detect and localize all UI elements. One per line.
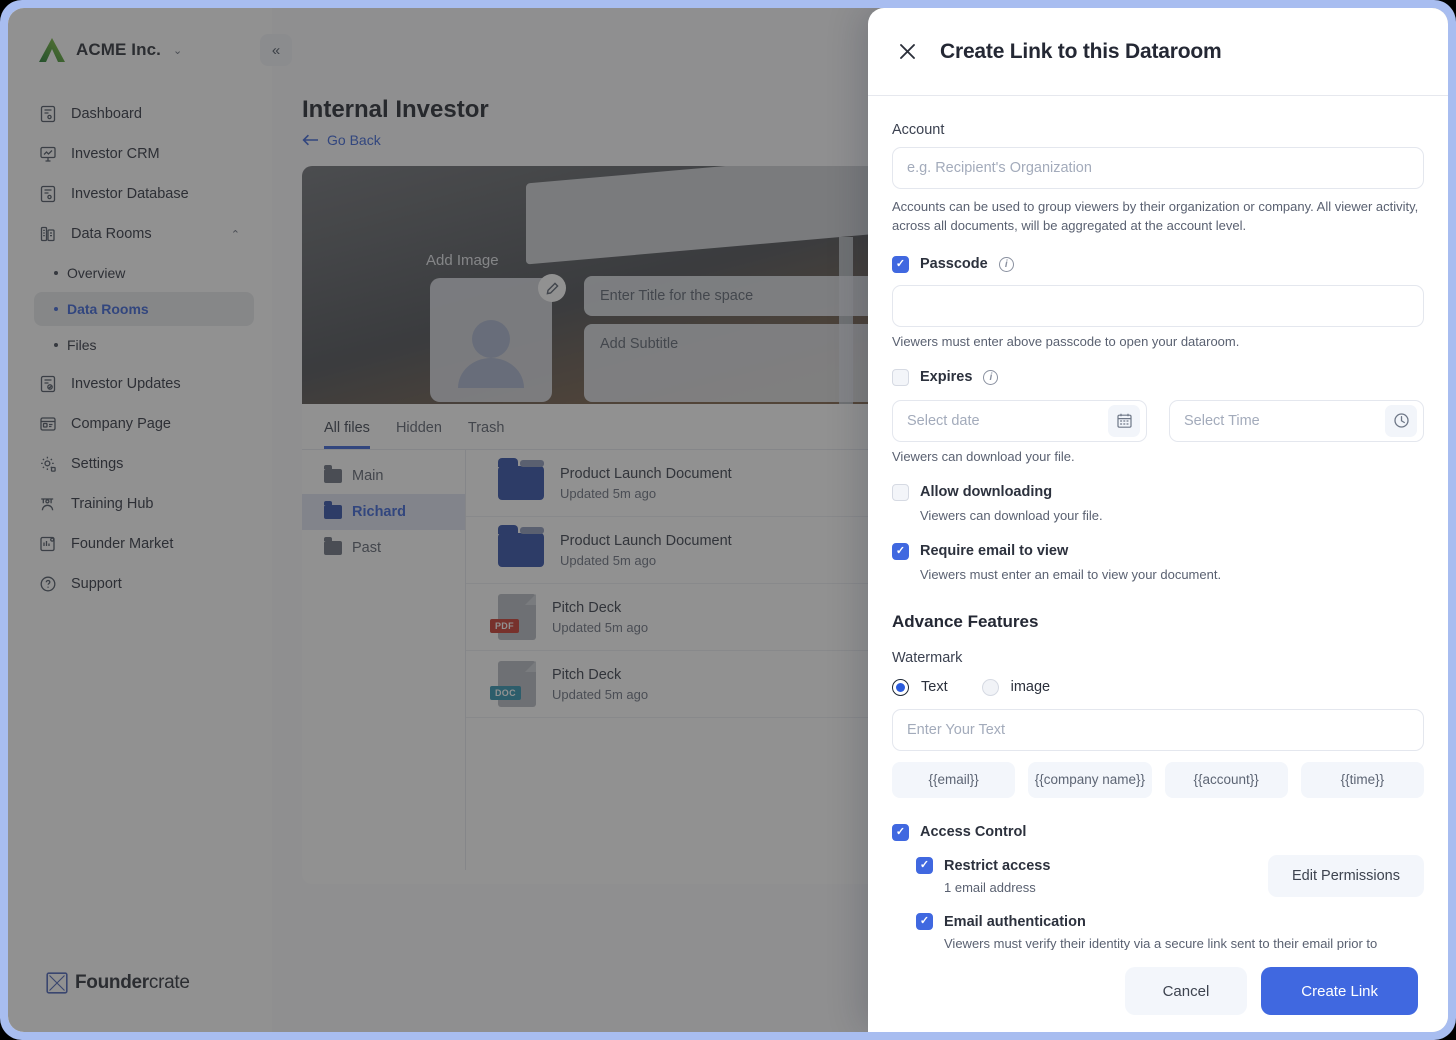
watermark-image-radio[interactable] <box>981 678 999 696</box>
watermark-image-label: image <box>1010 679 1051 696</box>
access-control-label: Access Control <box>920 824 1027 841</box>
watermark-token-chips: {{email}} {{company name}} {{account}} {… <box>892 761 1424 798</box>
allow-downloading-row: Allow downloading <box>892 483 1424 501</box>
access-control-options: Restrict access 1 email address Edit Per… <box>916 841 1424 950</box>
passcode-input[interactable] <box>892 284 1424 327</box>
require-email-row: Require email to view <box>892 542 1424 560</box>
modal-title: Create Link to this Dataroom <box>940 39 1222 63</box>
modal-header: Create Link to this Dataroom <box>868 8 1448 96</box>
passcode-help-text: Viewers must enter above passcode to ope… <box>892 333 1240 349</box>
close-icon[interactable] <box>896 41 918 63</box>
require-email-help-text: Viewers must enter an email to view your… <box>920 566 1222 582</box>
allow-downloading-label: Allow downloading <box>920 484 1053 501</box>
allow-downloading-checkbox[interactable] <box>892 483 909 501</box>
watermark-text-input[interactable] <box>892 708 1424 751</box>
create-link-modal: Create Link to this Dataroom Account Acc… <box>868 8 1448 1032</box>
expires-label: Expires <box>920 369 973 386</box>
cancel-button[interactable]: Cancel <box>1124 967 1248 1015</box>
token-chip-email[interactable]: {{email}} <box>892 761 1016 798</box>
browser-frame: ACME Inc. ⌄ Dashboard Investor CRM Inves… <box>0 0 1456 1040</box>
expires-row: Expires i <box>892 368 1424 386</box>
watermark-text-radio[interactable] <box>892 678 909 696</box>
restrict-access-label: Restrict access <box>944 857 1051 874</box>
date-picker-field <box>892 399 1147 442</box>
advance-features-title: Advance Features <box>892 611 1039 631</box>
modal-footer: Cancel Create Link <box>868 950 1448 1032</box>
watermark-text-label: Text <box>921 679 948 696</box>
allow-downloading-help-text: Viewers can download your file. <box>920 507 1103 523</box>
restrict-access-row: Restrict access 1 email address <box>916 856 1051 895</box>
restrict-access-block: Restrict access 1 email address Edit Per… <box>916 841 1424 897</box>
info-icon[interactable]: i <box>998 256 1014 272</box>
account-help-text: Accounts can be used to group viewers by… <box>892 199 1419 233</box>
expiry-fields <box>892 399 1424 442</box>
email-authentication-help-text: Viewers must verify their identity via a… <box>944 935 1378 950</box>
modal-body[interactable]: Account Accounts can be used to group vi… <box>868 96 1448 950</box>
email-authentication-label: Email authentication <box>944 913 1086 930</box>
account-label: Account <box>892 122 945 138</box>
passcode-checkbox[interactable] <box>892 255 909 273</box>
restrict-access-checkbox[interactable] <box>916 856 933 874</box>
info-icon[interactable]: i <box>983 369 999 385</box>
require-email-label: Require email to view <box>920 543 1069 560</box>
watermark-label: Watermark <box>892 649 963 666</box>
passcode-row: Passcode i <box>892 255 1424 273</box>
access-control-row: Access Control <box>892 823 1424 841</box>
expires-checkbox[interactable] <box>892 368 909 386</box>
token-chip-company-name[interactable]: {{company name}} <box>1028 761 1152 798</box>
time-picker-field <box>1169 399 1424 442</box>
watermark-type-group: Text image <box>892 678 1424 696</box>
calendar-icon[interactable] <box>1108 404 1140 437</box>
require-email-checkbox[interactable] <box>892 542 909 560</box>
expires-help-text: Viewers can download your file. <box>892 448 1075 464</box>
token-chip-account[interactable]: {{account}} <box>1164 761 1288 798</box>
token-chip-time[interactable]: {{time}} <box>1300 761 1424 798</box>
email-authentication-row: Email authentication Viewers must verify… <box>916 912 1424 950</box>
app-root: ACME Inc. ⌄ Dashboard Investor CRM Inves… <box>8 8 1448 1032</box>
create-link-button[interactable]: Create Link <box>1261 967 1418 1015</box>
clock-icon[interactable] <box>1385 404 1417 437</box>
account-input[interactable] <box>892 147 1424 189</box>
access-control-checkbox[interactable] <box>892 823 909 841</box>
email-authentication-checkbox[interactable] <box>916 912 933 930</box>
passcode-label: Passcode <box>920 256 988 273</box>
edit-permissions-button[interactable]: Edit Permissions <box>1268 854 1424 897</box>
restrict-access-help-text: 1 email address <box>944 879 1036 895</box>
